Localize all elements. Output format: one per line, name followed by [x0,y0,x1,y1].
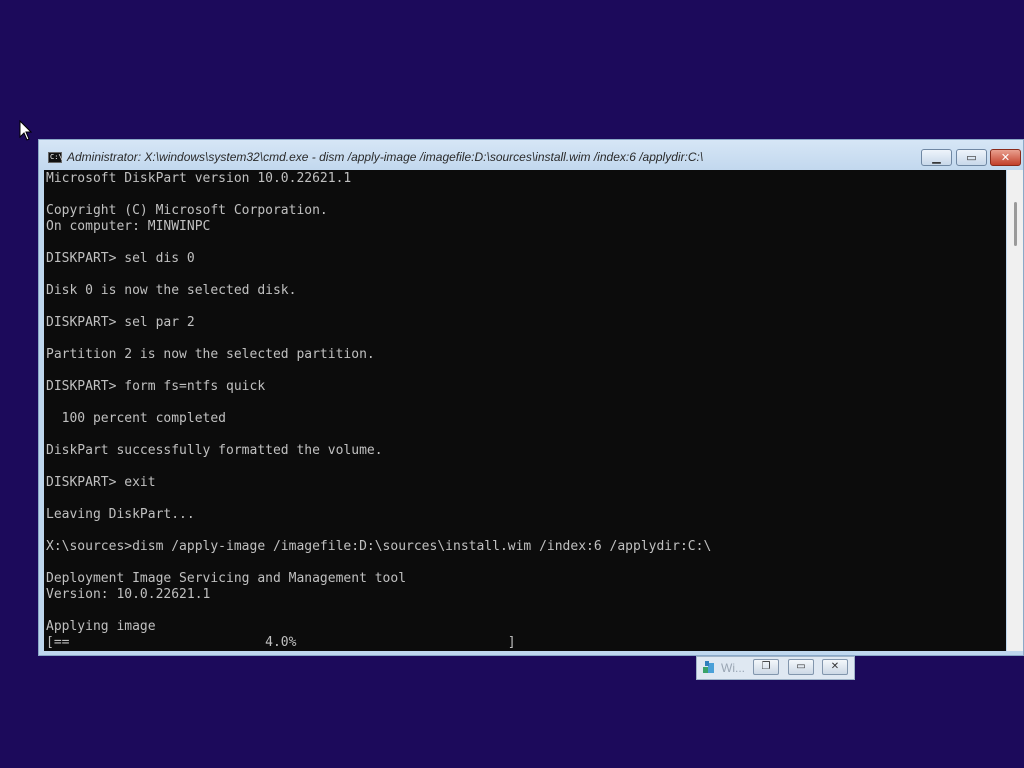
cmd-icon: C:\ [48,152,63,163]
mouse-cursor-icon [19,120,33,141]
vertical-scrollbar[interactable] [1007,170,1023,651]
close-button-min[interactable]: ✕ [822,659,848,675]
minimized-window-title: Wi... [721,661,745,675]
close-icon: ✕ [830,661,840,672]
console-text: Microsoft DiskPart version 10.0.22621.1 … [46,171,712,650]
close-button[interactable]: ✕ [990,149,1021,166]
close-icon: ✕ [1000,151,1011,164]
console-output[interactable]: Microsoft DiskPart version 10.0.22621.1 … [44,170,1006,651]
minimize-icon: ▁ [932,151,941,164]
title-bar[interactable]: C:\ Administrator: X:\windows\system32\c… [39,140,1023,170]
restore-button[interactable]: ❐ [753,659,779,675]
minimized-window[interactable]: Wi... ❐ ▭ ✕ [696,656,855,680]
cmd-window[interactable]: C:\ Administrator: X:\windows\system32\c… [38,139,1024,656]
setup-app-icon [703,661,714,673]
scrollbar-thumb[interactable] [1014,202,1017,246]
maximize-button[interactable]: ▭ [956,149,987,166]
maximize-button-min[interactable]: ▭ [788,659,814,675]
minimize-button[interactable]: ▁ [921,149,952,166]
window-title: Administrator: X:\windows\system32\cmd.e… [67,150,704,164]
maximize-icon: ▭ [966,151,977,164]
restore-icon: ❐ [761,661,771,672]
maximize-icon: ▭ [796,661,806,672]
